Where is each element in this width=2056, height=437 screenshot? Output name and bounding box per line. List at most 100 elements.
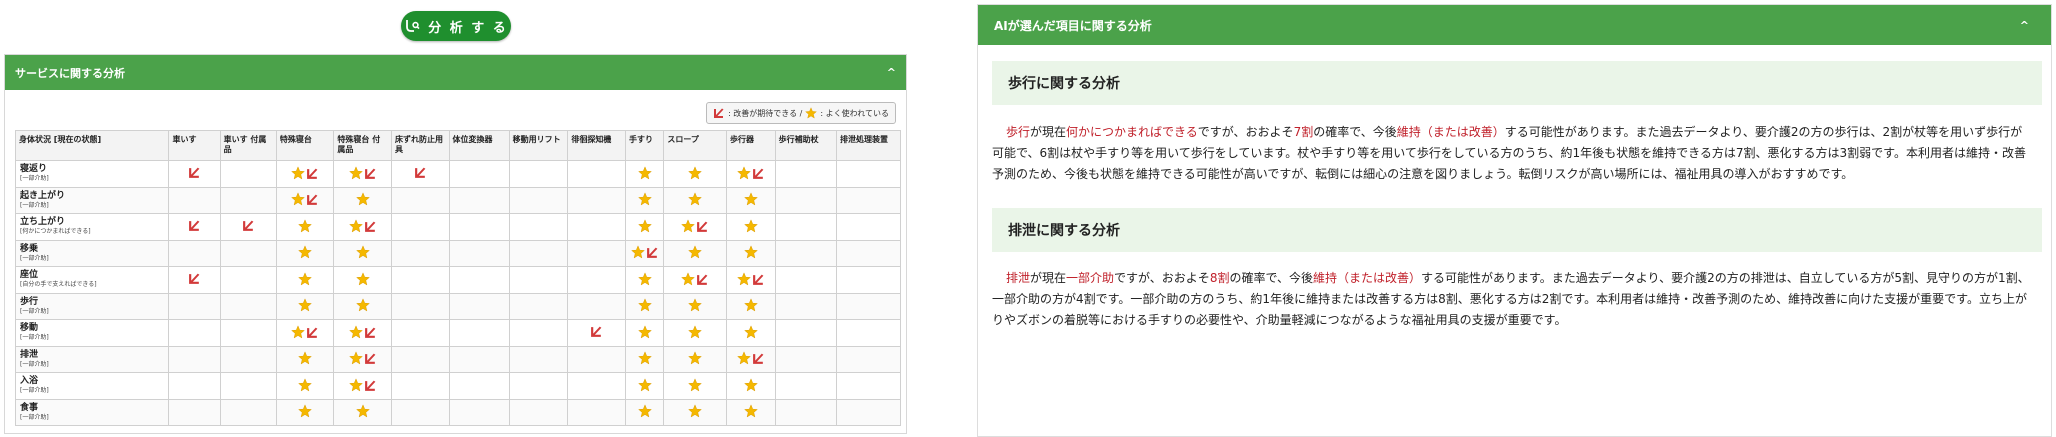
ai-analysis-header[interactable]: AIが選んだ項目に関する分析 ^ bbox=[978, 5, 2051, 45]
cell-marks bbox=[298, 272, 313, 286]
cell-marks bbox=[414, 166, 427, 179]
table-cell bbox=[168, 319, 221, 347]
highlighted-term: 維持（または改善） bbox=[1312, 271, 1421, 285]
condition-status: [一部介助] bbox=[20, 387, 49, 395]
screen: 分 析 す る サービスに関する分析 ^ : 改善が期待できる / : よく使わ… bbox=[0, 0, 2056, 437]
table-cell bbox=[508, 398, 569, 426]
improve-arrow-icon bbox=[364, 327, 376, 338]
text-segment: の確率で、今後 bbox=[1229, 271, 1313, 285]
table-cell bbox=[774, 213, 837, 241]
table-cell bbox=[624, 239, 665, 267]
star-icon bbox=[743, 192, 758, 206]
star-icon bbox=[298, 378, 313, 392]
cell-marks bbox=[291, 192, 319, 206]
table-cell bbox=[774, 239, 837, 267]
row-header: 座位 [自分の手で支えればできる] bbox=[14, 266, 170, 294]
table-cell bbox=[219, 319, 277, 347]
column-header: 歩行補助杖 bbox=[774, 130, 837, 161]
condition-status: [一部介助] bbox=[20, 201, 49, 209]
cell-marks bbox=[242, 219, 255, 232]
analyze-button[interactable]: 分 析 す る bbox=[401, 11, 511, 41]
cell-marks bbox=[688, 378, 703, 392]
cell-marks bbox=[355, 192, 370, 206]
table-cell bbox=[725, 160, 776, 188]
star-icon bbox=[637, 351, 652, 365]
table-cell bbox=[774, 266, 837, 294]
table-cell bbox=[567, 266, 626, 294]
table-cell bbox=[333, 160, 392, 188]
star-icon bbox=[637, 192, 652, 206]
table-cell bbox=[275, 372, 335, 400]
table-cell bbox=[390, 319, 450, 347]
table-cell bbox=[390, 160, 450, 188]
row-header: 排泄 [一部介助] bbox=[14, 345, 170, 373]
cell-marks bbox=[637, 325, 652, 339]
improve-arrow-icon bbox=[242, 220, 254, 232]
cell-marks bbox=[688, 298, 703, 312]
condition-name: 食事 bbox=[20, 402, 39, 413]
star-icon bbox=[298, 351, 313, 365]
cell-marks bbox=[291, 325, 319, 339]
star-icon bbox=[298, 219, 313, 233]
table-cell bbox=[219, 266, 277, 294]
column-header: 車いす bbox=[168, 130, 221, 161]
star-icon bbox=[637, 378, 652, 392]
star-icon bbox=[348, 166, 363, 180]
table-cell bbox=[725, 372, 776, 400]
table-cell bbox=[168, 213, 221, 241]
service-analysis-header[interactable]: サービスに関する分析 ^ bbox=[5, 55, 906, 90]
star-icon bbox=[630, 245, 645, 259]
star-icon bbox=[355, 245, 370, 259]
cell-marks bbox=[298, 219, 313, 233]
cell-marks bbox=[688, 245, 703, 259]
table-cell bbox=[275, 292, 335, 320]
table-cell bbox=[508, 186, 569, 214]
cell-marks bbox=[355, 245, 370, 259]
table-cell bbox=[448, 266, 510, 294]
row-header: 立ち上がり [何かにつかまればできる] bbox=[14, 213, 170, 241]
star-icon bbox=[355, 192, 370, 206]
collapse-icon[interactable]: ^ bbox=[2020, 19, 2029, 32]
table-cell bbox=[168, 266, 221, 294]
cell-marks bbox=[637, 272, 652, 286]
table-cell bbox=[835, 266, 902, 294]
cell-marks bbox=[743, 404, 758, 418]
cell-marks bbox=[590, 325, 603, 338]
condition-name: 移動 bbox=[20, 323, 39, 334]
improve-arrow-icon bbox=[307, 194, 318, 206]
table-cell bbox=[390, 213, 450, 241]
star-icon bbox=[688, 166, 703, 180]
column-header: 床ずれ防止用具 bbox=[390, 130, 450, 161]
table-row: 移乗 [一部介助] bbox=[14, 239, 902, 267]
column-header: 排泄処理装置 bbox=[835, 130, 902, 161]
table-cell bbox=[448, 345, 510, 373]
cell-marks bbox=[298, 404, 313, 418]
star-icon bbox=[637, 219, 652, 233]
star-icon bbox=[348, 351, 363, 365]
table-cell bbox=[333, 266, 392, 294]
table-row: 起き上がり [一部介助] bbox=[14, 186, 902, 214]
cell-marks bbox=[688, 325, 703, 339]
table-cell bbox=[333, 239, 392, 267]
table-cell bbox=[835, 186, 902, 214]
table-cell bbox=[567, 160, 626, 188]
cell-marks bbox=[736, 272, 765, 286]
table-cell bbox=[219, 345, 277, 373]
improve-arrow-icon bbox=[307, 327, 318, 338]
table-cell bbox=[774, 372, 837, 400]
walking-section-title: 歩行に関する分析 bbox=[992, 61, 2042, 105]
table-cell bbox=[567, 213, 626, 241]
table-cell bbox=[508, 345, 569, 373]
table-row: 座位 [自分の手で支えればできる] bbox=[14, 266, 902, 294]
table-cell bbox=[508, 372, 569, 400]
table-cell bbox=[333, 292, 392, 320]
table-row: 歩行 [一部介助] bbox=[14, 292, 902, 320]
table-cell bbox=[390, 266, 450, 294]
star-icon bbox=[736, 166, 751, 180]
excretion-section-title: 排泄に関する分析 bbox=[992, 208, 2042, 252]
table-cell bbox=[219, 160, 277, 188]
cell-marks bbox=[743, 219, 758, 233]
collapse-icon[interactable]: ^ bbox=[887, 66, 896, 79]
star-icon bbox=[637, 404, 652, 418]
table-cell bbox=[774, 160, 837, 188]
